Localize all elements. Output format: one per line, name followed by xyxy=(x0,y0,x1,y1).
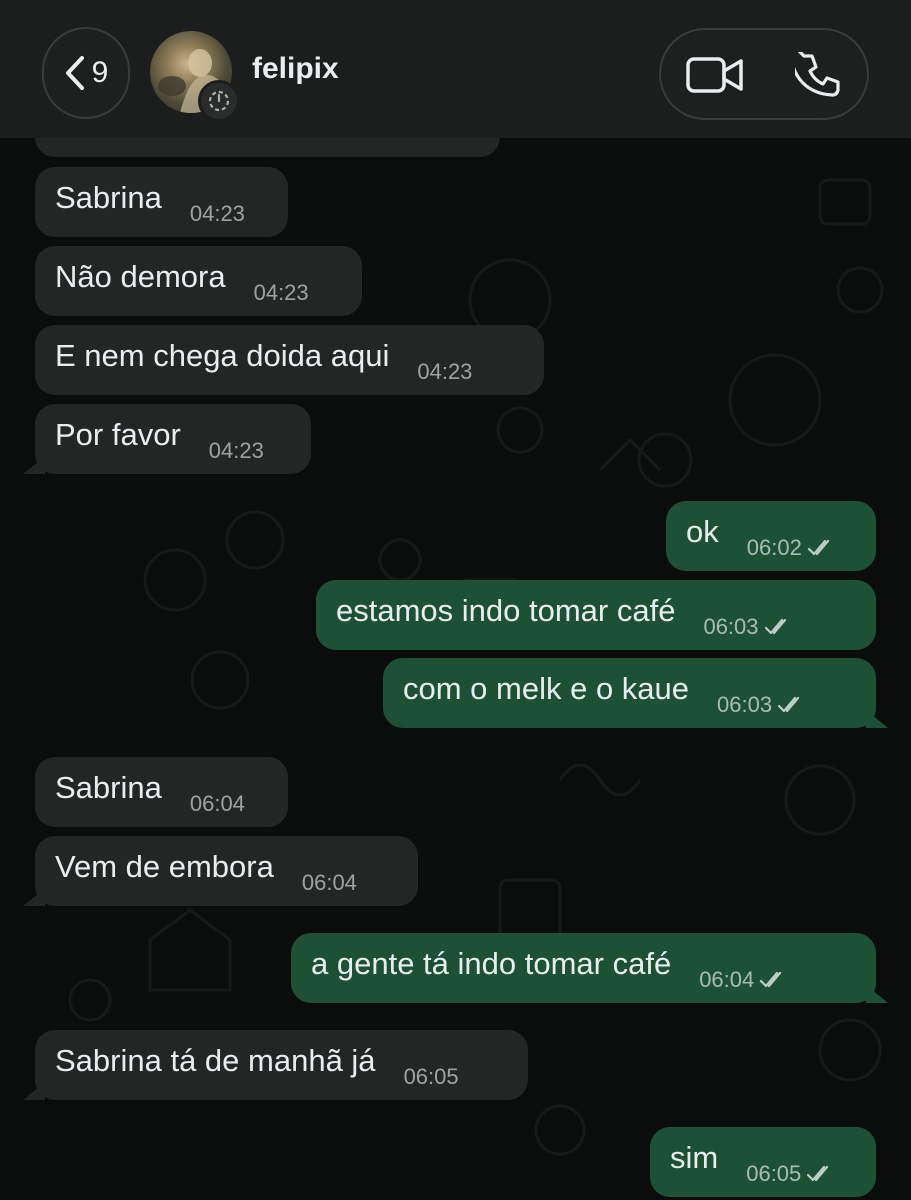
message-time: 06:02 xyxy=(746,535,802,560)
message-text: com o melk e o kaue xyxy=(403,671,690,706)
read-receipt-icon xyxy=(760,971,782,988)
message-bubble-incoming[interactable]: Não demora 04:23 xyxy=(35,246,362,316)
message-text: a gente tá indo tomar café xyxy=(311,946,672,981)
message-text: E nem chega doida aqui xyxy=(55,338,390,373)
message-text: estamos indo tomar café xyxy=(336,593,676,628)
message-time: 06:05 xyxy=(746,1161,802,1186)
read-receipt-icon xyxy=(807,539,829,556)
message-time: 06:04 xyxy=(699,967,755,992)
message-time: 04:23 xyxy=(189,201,245,226)
message-bubble-incoming[interactable]: Sabrina tá de manhã já 06:05 xyxy=(23,1030,528,1100)
unread-count: 9 xyxy=(91,56,109,89)
message-text: Sabrina tá de manhã já xyxy=(55,1043,376,1078)
message-list: Sabrina 04:23 Não demora 04:23 E nem che… xyxy=(0,0,911,1200)
message-time: 04:23 xyxy=(253,280,309,305)
message-bubble-incoming[interactable]: Sabrina 06:04 xyxy=(35,757,288,827)
chat-header: 9 felipix xyxy=(0,0,911,138)
message-time: 06:03 xyxy=(703,614,759,639)
message-time: 04:23 xyxy=(208,438,264,463)
message-time: 06:04 xyxy=(301,870,357,895)
back-button[interactable]: 9 xyxy=(42,27,130,119)
message-bubble-incoming[interactable]: Vem de embora 06:04 xyxy=(23,836,418,906)
message-time: 04:23 xyxy=(417,359,473,384)
message-text: sim xyxy=(670,1140,719,1175)
message-text: Por favor xyxy=(55,417,181,452)
contact-name[interactable]: felipix xyxy=(252,52,339,86)
message-bubble-incoming[interactable]: Sabrina 04:23 xyxy=(35,167,288,237)
message-text: ok xyxy=(686,514,719,549)
video-camera-icon xyxy=(686,57,743,93)
message-bubble-outgoing[interactable]: estamos indo tomar café 06:03 xyxy=(316,580,876,650)
message-bubble-outgoing[interactable]: com o melk e o kaue 06:03 xyxy=(383,658,888,728)
message-time: 06:04 xyxy=(189,791,245,816)
read-receipt-icon xyxy=(807,1165,829,1182)
message-bubble-outgoing[interactable]: a gente tá indo tomar café 06:04 xyxy=(291,933,888,1003)
message-time: 06:03 xyxy=(717,692,773,717)
status-ring-icon xyxy=(198,80,240,122)
message-bubble-outgoing[interactable]: ok 06:02 xyxy=(666,501,876,571)
message-bubble-outgoing[interactable]: sim 06:05 xyxy=(650,1127,876,1197)
call-controls xyxy=(659,28,869,120)
voice-call-button[interactable] xyxy=(791,48,845,102)
message-time: 06:05 xyxy=(403,1064,459,1089)
message-bubble-incoming[interactable]: E nem chega doida aqui 04:23 xyxy=(35,325,544,395)
video-call-button[interactable] xyxy=(686,50,744,100)
message-text: Vem de embora xyxy=(55,849,274,884)
chevron-left-icon xyxy=(65,56,84,90)
message-text: Sabrina xyxy=(55,770,162,805)
message-text: Sabrina xyxy=(55,180,162,215)
message-text: Não demora xyxy=(55,259,226,294)
message-bubble-incoming[interactable]: Por favor 04:23 xyxy=(23,404,311,474)
read-receipt-icon xyxy=(764,618,786,635)
phone-icon xyxy=(795,52,840,97)
read-receipt-icon xyxy=(777,696,800,713)
